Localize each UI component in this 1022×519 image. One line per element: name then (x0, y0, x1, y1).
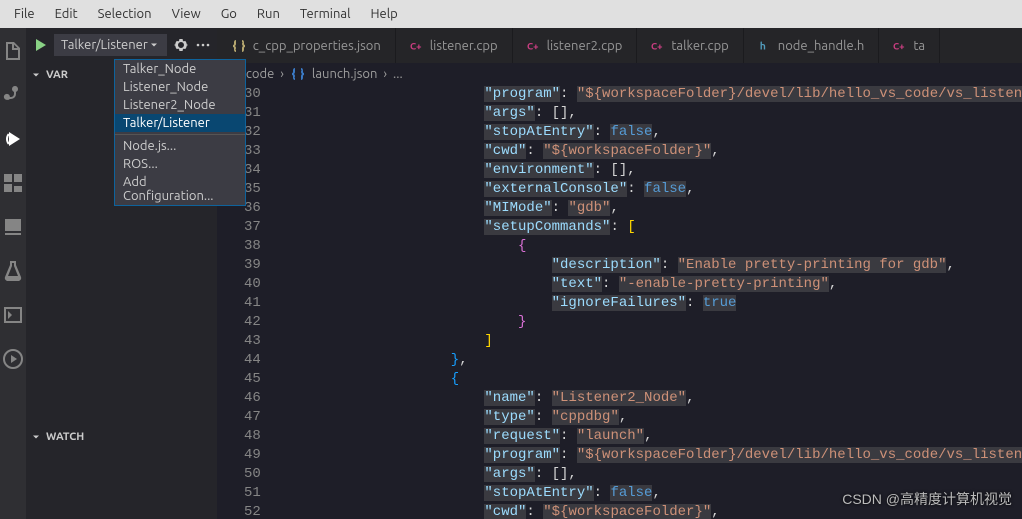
watch-section[interactable]: WATCH (26, 426, 217, 448)
editor-tab[interactable]: C+ listener.cpp (396, 28, 513, 63)
chevron-right-icon: › (383, 67, 387, 81)
terminal-panel-icon[interactable] (0, 302, 26, 328)
code-line[interactable]: "type": "cppdbg", (283, 408, 1022, 427)
config-extra[interactable]: ROS... (115, 155, 245, 173)
breadcrumb-ellipsis: ... (393, 67, 403, 81)
cpp-file-icon: C+ (410, 39, 424, 53)
code-line[interactable]: { (283, 370, 1022, 389)
tab-label: node_handle.h (778, 39, 865, 53)
chevron-down-icon (30, 431, 42, 443)
menubar: FileEditSelectionViewGoRunTerminalHelp (0, 0, 1022, 28)
debug-config-dropdown: Talker_NodeListener_NodeListener2_NodeTa… (114, 59, 246, 206)
svg-text:C+: C+ (410, 40, 422, 51)
editor-tab[interactable]: C+ talker.cpp (637, 28, 743, 63)
editor-tab[interactable]: c_cpp_properties.json (217, 28, 396, 63)
extensions-icon[interactable] (0, 170, 26, 196)
code-line[interactable]: "MIMode": "gdb", (283, 199, 1022, 218)
code-line[interactable]: "program": "${workspaceFolder}/devel/lib… (283, 446, 1022, 465)
run-debug-icon[interactable] (0, 126, 26, 152)
code-line[interactable]: "ignoreFailures": true (283, 294, 1022, 313)
code-line[interactable]: "args": [], (283, 465, 1022, 484)
code-line[interactable]: "request": "launch", (283, 427, 1022, 446)
code-line[interactable]: }, (283, 351, 1022, 370)
remote-icon[interactable] (0, 214, 26, 240)
tab-label: listener2.cpp (547, 39, 623, 53)
debug-config-label: Talker/Listener (61, 38, 148, 52)
h-file-icon: h (758, 39, 772, 53)
code-line[interactable]: { (283, 237, 1022, 256)
code-line[interactable]: "cwd": "${workspaceFolder}", (283, 142, 1022, 161)
debug-toolbar: Talker/Listener (26, 28, 217, 62)
chevron-down-icon (148, 39, 160, 51)
config-option[interactable]: Talker/Listener (115, 114, 245, 132)
menu-selection[interactable]: Selection (88, 3, 162, 25)
svg-text:C+: C+ (893, 40, 905, 51)
code-line[interactable]: ] (283, 332, 1022, 351)
chevron-right-icon: › (280, 67, 284, 81)
editor-area: c_cpp_properties.json C+ listener.cpp C+ lis… (217, 28, 1022, 519)
cpp-file-icon: C+ (527, 39, 541, 53)
code-line[interactable]: "text": "-enable-pretty-printing", (283, 275, 1022, 294)
tab-label: ta (913, 39, 925, 53)
section-label: WATCH (46, 431, 84, 443)
code-line[interactable]: "externalConsole": false, (283, 180, 1022, 199)
explorer-icon[interactable] (0, 38, 26, 64)
menu-go[interactable]: Go (211, 3, 247, 25)
tab-label: listener.cpp (430, 39, 498, 53)
json-icon (290, 66, 306, 82)
bottom-icon[interactable] (0, 346, 26, 372)
breadcrumbs[interactable]: .vscode › launch.json › ... (217, 63, 1022, 85)
code-content[interactable]: "program": "${workspaceFolder}/devel/lib… (279, 85, 1022, 519)
menu-run[interactable]: Run (247, 3, 290, 25)
code-line[interactable]: } (283, 313, 1022, 332)
code-line[interactable]: "program": "${workspaceFolder}/devel/lib… (283, 85, 1022, 104)
code-line[interactable]: "environment": [], (283, 161, 1022, 180)
more-icon[interactable] (195, 37, 211, 53)
code-line[interactable]: "description": "Enable pretty-printing f… (283, 256, 1022, 275)
cpp-file-icon: C+ (893, 39, 907, 53)
json-file-icon (231, 38, 247, 54)
gear-icon[interactable] (173, 37, 189, 53)
chevron-down-icon (30, 69, 42, 81)
activity-bar (0, 28, 26, 519)
config-extra[interactable]: Add Configuration... (115, 173, 245, 205)
cpp-file-icon: C+ (651, 39, 665, 53)
debug-config-select[interactable]: Talker/Listener (54, 34, 167, 56)
config-option[interactable]: Listener_Node (115, 78, 245, 96)
start-debug-icon[interactable] (32, 37, 48, 53)
code-line[interactable]: "stopAtEntry": false, (283, 123, 1022, 142)
tab-label: c_cpp_properties.json (253, 39, 381, 53)
menu-edit[interactable]: Edit (45, 3, 88, 25)
code-line[interactable]: "args": [], (283, 104, 1022, 123)
code-editor[interactable]: 3031323334353637383940414243444546474849… (217, 85, 1022, 519)
menu-help[interactable]: Help (360, 3, 407, 25)
menu-view[interactable]: View (162, 3, 211, 25)
testing-icon[interactable] (0, 258, 26, 284)
svg-text:C+: C+ (527, 40, 539, 51)
editor-tab[interactable]: C+ ta (879, 28, 940, 63)
svg-text:C+: C+ (651, 40, 663, 51)
menu-terminal[interactable]: Terminal (290, 3, 361, 25)
code-line[interactable]: "setupCommands": [ (283, 218, 1022, 237)
config-option[interactable]: Talker_Node (115, 60, 245, 78)
editor-tab[interactable]: h node_handle.h (744, 28, 880, 63)
editor-tabs: c_cpp_properties.json C+ listener.cpp C+ lis… (217, 28, 1022, 63)
config-option[interactable]: Listener2_Node (115, 96, 245, 114)
code-line[interactable]: "name": "Listener2_Node", (283, 389, 1022, 408)
source-control-icon[interactable] (0, 82, 26, 108)
menu-file[interactable]: File (4, 3, 45, 25)
section-label: VAR (46, 69, 68, 81)
editor-tab[interactable]: C+ listener2.cpp (513, 28, 638, 63)
debug-sidebar: Talker/Listener Talker_NodeListener_Node… (26, 28, 217, 519)
config-extra[interactable]: Node.js... (115, 137, 245, 155)
tab-label: talker.cpp (671, 39, 728, 53)
watermark: CSDN @高精度计算机视觉 (842, 489, 1012, 509)
svg-text:h: h (760, 39, 766, 51)
breadcrumb-file: launch.json (312, 67, 377, 81)
